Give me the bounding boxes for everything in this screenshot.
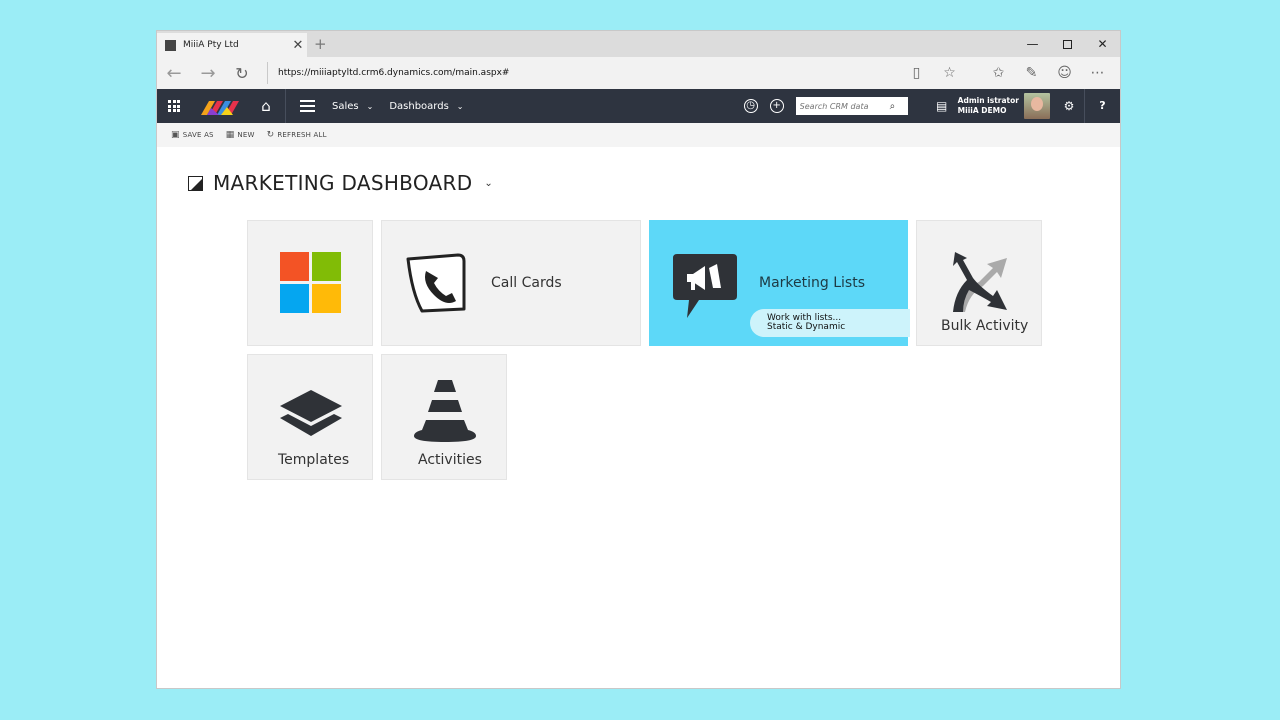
refresh-all-button[interactable]: ↻ REFRESH ALL <box>267 130 327 140</box>
back-arrow-icon[interactable]: ← <box>157 63 191 84</box>
favorite-star-icon[interactable]: ☆ <box>933 65 966 81</box>
save-icon: ▣ <box>171 130 180 140</box>
recent-history-icon[interactable]: ◷ <box>743 99 758 113</box>
dashboard-icon <box>188 175 203 191</box>
nav-item-dashboards[interactable]: Dashboards ⌄ <box>381 101 471 112</box>
chevron-down-icon: ⌄ <box>484 177 493 189</box>
page-title: MARKETING DASHBOARD <box>213 171 473 195</box>
create-add-icon[interactable]: + <box>769 99 784 113</box>
window-controls: — ✕ <box>1015 31 1120 57</box>
new-button[interactable]: ▦ NEW <box>226 130 255 140</box>
tile-label: Marketing Lists <box>759 275 865 291</box>
browser-window: MiiiA Pty Ltd ✕ + — ✕ ← → ↻ https://miii… <box>156 30 1121 689</box>
tile-marketing-lists[interactable]: Marketing Lists Work with lists... Stati… <box>649 220 910 346</box>
chevron-down-icon: ⌄ <box>456 101 464 111</box>
marketing-lists-subtitle: Work with lists... Static & Dynamic <box>750 309 910 337</box>
crm-nav-right: ◷ + ⌕ ▤ Admin istrator MiiiA DEMO ⚙ ? <box>738 89 1120 123</box>
command-label: REFRESH ALL <box>277 131 327 139</box>
tile-label: Activities <box>418 452 482 468</box>
search-icon[interactable]: ⌕ <box>890 101 896 112</box>
tile-microsoft[interactable] <box>247 220 373 346</box>
menu-hamburger-icon[interactable] <box>290 100 324 112</box>
favorites-hub-icon[interactable]: ✩ <box>982 65 1015 81</box>
help-button[interactable]: ? <box>1084 89 1120 123</box>
nav-item-sales[interactable]: Sales ⌄ <box>324 101 381 112</box>
favicon-icon <box>165 39 176 51</box>
url-field[interactable]: https://miiiaptyltd.crm6.dynamics.com/ma… <box>278 68 900 78</box>
browser-tab[interactable]: MiiiA Pty Ltd ✕ <box>157 33 307 57</box>
save-as-button[interactable]: ▣ SAVE AS <box>171 130 214 140</box>
refresh-icon: ↻ <box>266 130 275 140</box>
notes-icon[interactable]: ▤ <box>932 99 952 113</box>
forward-arrow-icon[interactable]: → <box>191 63 225 84</box>
app-launcher-icon[interactable] <box>157 100 191 112</box>
traffic-cone-icon <box>414 380 476 442</box>
user-info[interactable]: Admin istrator MiiiA DEMO <box>958 96 1019 116</box>
address-bar-tools: ▯ ☆ ✩ ✎ ☺ ⋯ <box>900 65 1120 81</box>
phone-card-icon <box>406 253 466 313</box>
tile-templates[interactable]: Templates <box>247 354 373 480</box>
address-bar: ← → ↻ https://miiiaptyltd.crm6.dynamics.… <box>157 57 1120 89</box>
crm-search: ⌕ <box>795 97 908 115</box>
split-arrows-icon <box>953 252 1007 312</box>
close-tab-icon[interactable]: ✕ <box>289 38 307 53</box>
nav-item-label: Dashboards <box>389 100 449 112</box>
maximize-icon <box>1063 39 1072 49</box>
tab-strip: MiiiA Pty Ltd ✕ + — ✕ <box>157 31 1120 57</box>
tile-bulk-activity[interactable]: Bulk Activity <box>916 220 1042 346</box>
new-icon: ▦ <box>225 130 235 140</box>
nav-item-label: Sales <box>332 100 359 112</box>
tile-activities[interactable]: Activities <box>381 354 507 480</box>
web-note-icon[interactable]: ✎ <box>1015 65 1048 81</box>
feedback-smiley-icon[interactable]: ☺ <box>1048 65 1081 81</box>
command-label: NEW <box>237 131 255 139</box>
tile-label: Bulk Activity <box>941 318 1029 334</box>
reading-view-icon[interactable]: ▯ <box>900 65 933 81</box>
gear-icon[interactable]: ⚙ <box>1058 99 1080 113</box>
tile-label: Templates <box>278 452 350 468</box>
user-org: MiiiA DEMO <box>957 106 1007 115</box>
dashboard-selector[interactable]: MARKETING DASHBOARD ⌄ <box>188 171 493 195</box>
crm-search-input[interactable] <box>799 101 890 111</box>
subtitle-line: Static & Dynamic <box>767 322 846 332</box>
more-options-icon[interactable]: ⋯ <box>1081 65 1114 81</box>
command-bar: ▣ SAVE AS ▦ NEW ↻ REFRESH ALL <box>157 123 1120 147</box>
megaphone-speech-icon <box>673 254 737 318</box>
maximize-button[interactable] <box>1050 31 1085 57</box>
tab-title: MiiiA Pty Ltd <box>183 40 239 50</box>
chevron-down-icon: ⌄ <box>366 101 374 111</box>
url-separator <box>267 62 268 84</box>
minimize-button[interactable]: — <box>1015 31 1050 57</box>
command-label: SAVE AS <box>182 131 214 139</box>
refresh-icon[interactable]: ↻ <box>225 64 259 83</box>
tile-label: Call Cards <box>491 275 562 291</box>
company-logo <box>201 101 239 115</box>
new-tab-button[interactable]: + <box>314 35 327 53</box>
tile-call-cards[interactable]: Call Cards <box>381 220 641 346</box>
microsoft-logo-icon <box>280 252 342 314</box>
crm-nav-bar: ⌂ Sales ⌄ Dashboards ⌄ ◷ + ⌕ ▤ Admin ist… <box>157 89 1120 123</box>
home-icon[interactable]: ⌂ <box>251 97 281 115</box>
layers-stack-icon <box>280 390 342 436</box>
user-name: Admin istrator <box>957 96 1019 105</box>
avatar[interactable] <box>1024 93 1050 119</box>
close-window-button[interactable]: ✕ <box>1085 31 1120 57</box>
